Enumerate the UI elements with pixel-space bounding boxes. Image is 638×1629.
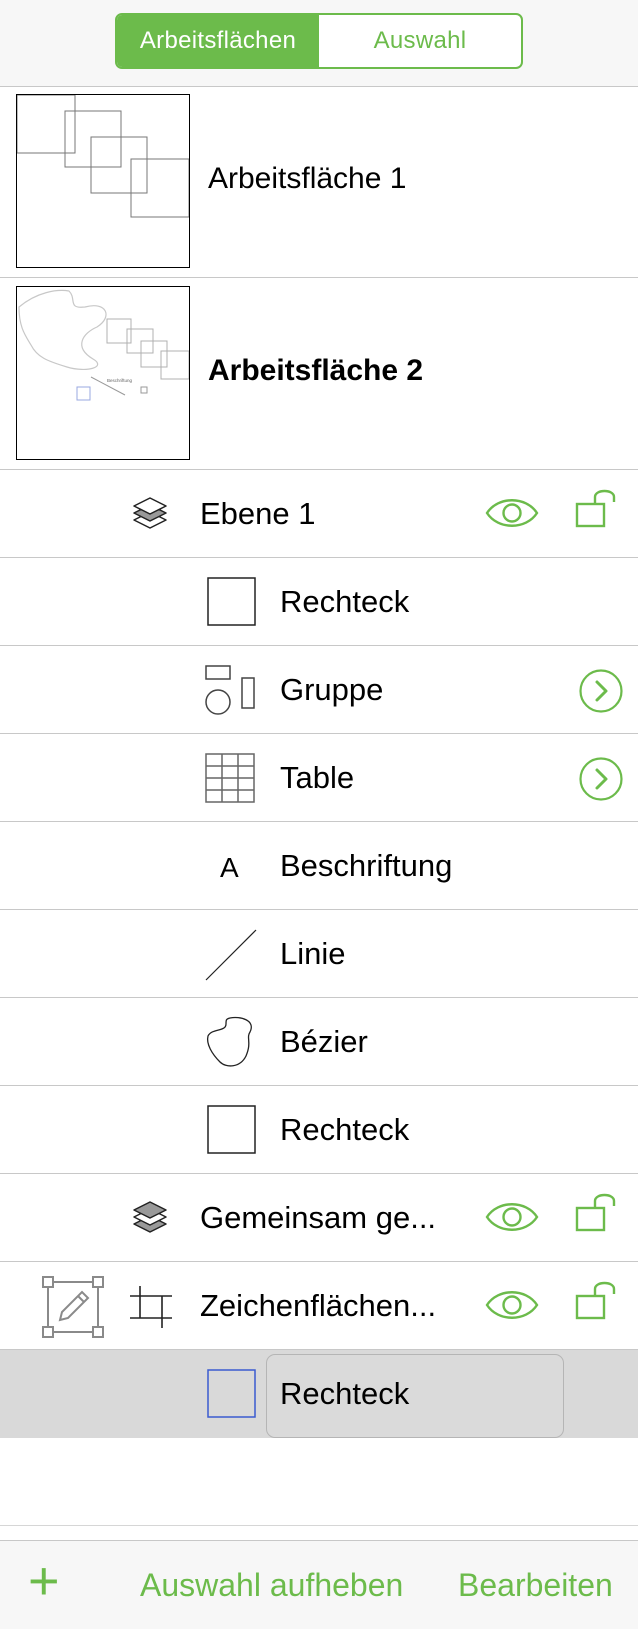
artboard-thumbnail-text: Beschriftung: [107, 378, 133, 383]
item-label: Rechteck: [280, 584, 410, 619]
item-label: Bézier: [280, 1024, 368, 1059]
item-label: Table: [280, 760, 355, 795]
list-item-beschriftung[interactable]: A Beschriftung: [0, 822, 638, 910]
list-item-rechteck-2[interactable]: Rechteck: [0, 1086, 638, 1174]
table-icon: [205, 753, 255, 803]
unlock-icon[interactable]: [574, 1190, 624, 1234]
artboard-label-1: Arbeitsfläche 1: [208, 162, 407, 195]
tab-arbeitsflaechen[interactable]: Arbeitsflächen: [117, 15, 319, 67]
chevron-right-circle-icon[interactable]: [578, 756, 624, 802]
deselect-button[interactable]: Auswahl aufheben: [140, 1567, 403, 1604]
divider: [0, 1525, 638, 1526]
layer-row-ebene-1[interactable]: Ebene 1: [0, 470, 638, 558]
list-item-selected-rechteck[interactable]: Rechteck: [0, 1350, 638, 1438]
list-item-table[interactable]: Table: [0, 734, 638, 822]
list-item-linie[interactable]: Linie: [0, 910, 638, 998]
chevron-right-circle-icon[interactable]: [578, 668, 624, 714]
tab-auswahl[interactable]: Auswahl: [319, 15, 521, 67]
add-button[interactable]: +: [28, 1549, 60, 1613]
edit-button[interactable]: Bearbeiten: [458, 1567, 613, 1604]
rectangle-icon: [207, 1369, 256, 1418]
item-label: Rechteck: [280, 1376, 410, 1411]
layers-icon: [133, 497, 167, 529]
list-item-gruppe[interactable]: Gruppe: [0, 646, 638, 734]
layer-label-ebene-1: Ebene 1: [200, 496, 316, 531]
artboard-row-1[interactable]: Arbeitsfläche 1: [0, 86, 638, 278]
artboard-label-2: Arbeitsfläche 2: [208, 354, 424, 387]
item-label: Rechteck: [280, 1112, 410, 1147]
layer-row-canvas[interactable]: Zeichenflächen...: [0, 1262, 638, 1350]
shared-layers-icon: [133, 1201, 167, 1233]
line-icon: [205, 929, 257, 981]
segmented-control: Arbeitsflächen Auswahl: [115, 13, 523, 69]
eye-icon[interactable]: [484, 1196, 540, 1238]
edit-canvas-icon[interactable]: [40, 1274, 106, 1340]
artboard-thumbnail-2: Beschriftung: [16, 286, 190, 460]
list-item-rechteck-1[interactable]: Rechteck: [0, 558, 638, 646]
crop-icon: [130, 1286, 172, 1328]
header: Arbeitsflächen Auswahl: [0, 0, 638, 87]
item-label: Linie: [280, 936, 346, 971]
layer-row-shared[interactable]: Gemeinsam ge...: [0, 1174, 638, 1262]
bottom-toolbar: + Auswahl aufheben Bearbeiten: [0, 1540, 638, 1629]
text-icon: A: [220, 852, 239, 883]
unlock-icon[interactable]: [574, 486, 624, 530]
rectangle-icon: [207, 577, 256, 626]
rectangle-icon: [207, 1105, 256, 1154]
item-label: Gruppe: [280, 672, 384, 707]
artboard-row-2[interactable]: Beschriftung Arbeitsfläche 2: [0, 278, 638, 470]
group-icon: [205, 665, 255, 715]
list-item-bezier[interactable]: Bézier: [0, 998, 638, 1086]
bezier-icon: [206, 1016, 252, 1067]
item-label: Beschriftung: [280, 848, 453, 883]
eye-icon[interactable]: [484, 492, 540, 534]
layer-label-shared: Gemeinsam ge...: [200, 1200, 437, 1235]
eye-icon[interactable]: [484, 1284, 540, 1326]
unlock-icon[interactable]: [574, 1278, 624, 1322]
artboard-thumbnail-1: [16, 94, 190, 268]
layer-label-canvas: Zeichenflächen...: [200, 1288, 437, 1323]
